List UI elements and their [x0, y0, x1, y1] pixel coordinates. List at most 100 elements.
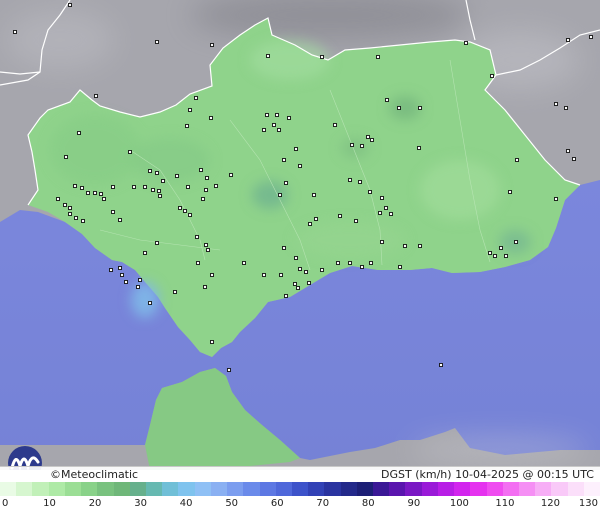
- station-marker[interactable]: [320, 268, 324, 272]
- station-marker[interactable]: [508, 190, 512, 194]
- station-marker[interactable]: [490, 74, 494, 78]
- station-marker[interactable]: [155, 171, 159, 175]
- station-marker[interactable]: [589, 35, 593, 39]
- station-marker[interactable]: [227, 368, 231, 372]
- station-marker[interactable]: [80, 186, 84, 190]
- station-marker[interactable]: [403, 244, 407, 248]
- station-marker[interactable]: [151, 188, 155, 192]
- station-marker[interactable]: [143, 185, 147, 189]
- station-marker[interactable]: [109, 268, 113, 272]
- station-marker[interactable]: [554, 197, 558, 201]
- station-marker[interactable]: [312, 193, 316, 197]
- station-marker[interactable]: [68, 3, 72, 7]
- station-marker[interactable]: [293, 282, 297, 286]
- station-marker[interactable]: [124, 280, 128, 284]
- station-marker[interactable]: [338, 214, 342, 218]
- station-marker[interactable]: [514, 240, 518, 244]
- station-marker[interactable]: [265, 113, 269, 117]
- station-marker[interactable]: [99, 192, 103, 196]
- brand-label[interactable]: ©Meteoclimatic: [50, 468, 138, 481]
- station-marker[interactable]: [210, 43, 214, 47]
- station-marker[interactable]: [366, 135, 370, 139]
- station-marker[interactable]: [360, 144, 364, 148]
- station-marker[interactable]: [284, 294, 288, 298]
- station-marker[interactable]: [294, 256, 298, 260]
- station-marker[interactable]: [118, 218, 122, 222]
- station-marker[interactable]: [397, 106, 401, 110]
- station-marker[interactable]: [385, 98, 389, 102]
- station-marker[interactable]: [348, 178, 352, 182]
- station-marker[interactable]: [314, 217, 318, 221]
- station-marker[interactable]: [333, 123, 337, 127]
- station-marker[interactable]: [298, 164, 302, 168]
- station-marker[interactable]: [120, 273, 124, 277]
- station-marker[interactable]: [418, 244, 422, 248]
- station-marker[interactable]: [73, 184, 77, 188]
- station-marker[interactable]: [418, 106, 422, 110]
- station-marker[interactable]: [298, 267, 302, 271]
- station-marker[interactable]: [360, 265, 364, 269]
- station-marker[interactable]: [376, 55, 380, 59]
- station-marker[interactable]: [282, 158, 286, 162]
- station-marker[interactable]: [278, 193, 282, 197]
- station-marker[interactable]: [188, 108, 192, 112]
- station-marker[interactable]: [195, 235, 199, 239]
- station-marker[interactable]: [308, 222, 312, 226]
- station-marker[interactable]: [358, 180, 362, 184]
- station-marker[interactable]: [138, 278, 142, 282]
- station-marker[interactable]: [132, 185, 136, 189]
- station-marker[interactable]: [175, 174, 179, 178]
- station-marker[interactable]: [155, 241, 159, 245]
- station-marker[interactable]: [204, 243, 208, 247]
- station-marker[interactable]: [439, 363, 443, 367]
- station-marker[interactable]: [242, 261, 246, 265]
- station-marker[interactable]: [143, 251, 147, 255]
- station-marker[interactable]: [504, 254, 508, 258]
- station-marker[interactable]: [262, 273, 266, 277]
- station-marker[interactable]: [173, 290, 177, 294]
- station-marker[interactable]: [284, 181, 288, 185]
- station-marker[interactable]: [464, 41, 468, 45]
- station-marker[interactable]: [384, 206, 388, 210]
- station-marker[interactable]: [275, 113, 279, 117]
- station-marker[interactable]: [277, 128, 281, 132]
- station-marker[interactable]: [566, 38, 570, 42]
- station-marker[interactable]: [378, 211, 382, 215]
- station-marker[interactable]: [354, 219, 358, 223]
- station-marker[interactable]: [155, 40, 159, 44]
- station-marker[interactable]: [68, 206, 72, 210]
- station-marker[interactable]: [287, 116, 291, 120]
- station-marker[interactable]: [266, 54, 270, 58]
- station-marker[interactable]: [128, 150, 132, 154]
- station-marker[interactable]: [199, 168, 203, 172]
- station-marker[interactable]: [370, 138, 374, 142]
- station-marker[interactable]: [398, 265, 402, 269]
- station-marker[interactable]: [566, 149, 570, 153]
- station-marker[interactable]: [348, 261, 352, 265]
- station-marker[interactable]: [350, 143, 354, 147]
- station-marker[interactable]: [157, 189, 161, 193]
- station-marker[interactable]: [214, 184, 218, 188]
- station-marker[interactable]: [204, 188, 208, 192]
- station-marker[interactable]: [493, 254, 497, 258]
- station-marker[interactable]: [178, 206, 182, 210]
- station-marker[interactable]: [488, 251, 492, 255]
- station-marker[interactable]: [282, 246, 286, 250]
- station-marker[interactable]: [380, 240, 384, 244]
- station-marker[interactable]: [94, 94, 98, 98]
- station-marker[interactable]: [564, 106, 568, 110]
- station-marker[interactable]: [499, 246, 503, 250]
- station-marker[interactable]: [13, 30, 17, 34]
- station-marker[interactable]: [63, 203, 67, 207]
- station-marker[interactable]: [554, 102, 558, 106]
- station-marker[interactable]: [206, 248, 210, 252]
- station-marker[interactable]: [572, 157, 576, 161]
- station-marker[interactable]: [380, 196, 384, 200]
- station-marker[interactable]: [148, 301, 152, 305]
- station-marker[interactable]: [296, 286, 300, 290]
- station-marker[interactable]: [262, 128, 266, 132]
- station-marker[interactable]: [77, 131, 81, 135]
- station-marker[interactable]: [148, 169, 152, 173]
- station-marker[interactable]: [417, 146, 421, 150]
- station-marker[interactable]: [183, 209, 187, 213]
